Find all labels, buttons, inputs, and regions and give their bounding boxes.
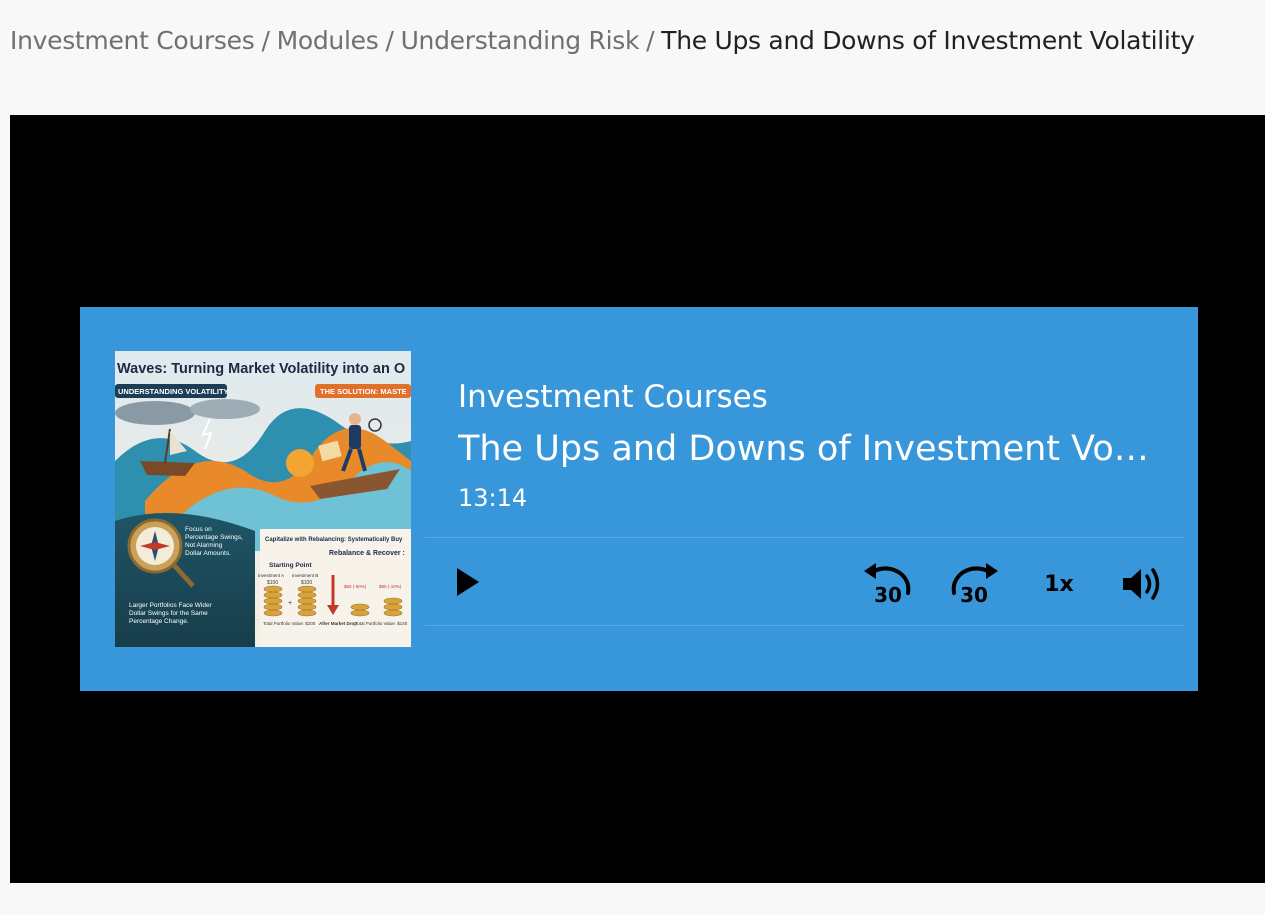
cover-inv-b-label: Investment B (292, 573, 318, 578)
breadcrumb-separator: / (646, 26, 655, 55)
cover-focus-line-1: Focus on (185, 526, 212, 533)
cover-focus-line-2: Percentage Swings, (185, 534, 243, 541)
cover-rebalance-heading: Capitalize with Rebalancing: Systematica… (265, 537, 403, 543)
cover-inv-a-label: Investment A (258, 573, 284, 578)
divider (425, 537, 1185, 538)
breadcrumb-separator: / (385, 26, 394, 55)
cover-tag-right: THE SOLUTION: MASTE (320, 387, 407, 396)
cover-focus-line-4: Dollar Amounts. (185, 550, 231, 557)
cover-larger-line-2: Dollar Swings for the Same (129, 610, 208, 617)
cover-art: Waves: Turning Market Volatility into an… (115, 351, 411, 647)
cover-drop-b: $90 (-10%) (379, 584, 402, 589)
media-stage: Waves: Turning Market Volatility into an… (10, 115, 1265, 883)
cover-larger-line-3: Percentage Change. (129, 618, 189, 625)
cover-larger-line-1: Larger Portfolios Face Wider (129, 602, 213, 609)
rewind-30-button[interactable]: 30 (860, 561, 916, 607)
rewind-seconds: 30 (874, 583, 902, 607)
forward-30-button[interactable]: 30 (946, 561, 1002, 607)
cover-focus-line-3: Not Alarming (185, 542, 223, 549)
play-button[interactable] (450, 564, 486, 600)
breadcrumb: Investment Courses / Modules / Understanding… (10, 26, 1195, 55)
cover-total-after: Total Portfolio Value: $140 (355, 621, 408, 626)
playback-speed-button[interactable]: 1x (1038, 567, 1080, 601)
svg-text:+: + (288, 600, 292, 607)
play-icon (457, 568, 479, 596)
cover-total-start: Total Portfolio Value: $200 (263, 621, 316, 626)
cover-inv-a-val: $100 (267, 580, 278, 586)
cover-rebalance-sub: Rebalance & Recover : (329, 550, 405, 557)
breadcrumb-link-understanding-risk[interactable]: Understanding Risk (401, 26, 640, 55)
cover-tag-left: UNDERSTANDING VOLATILITY (118, 387, 229, 396)
divider (425, 625, 1185, 626)
forward-seconds: 30 (960, 583, 988, 607)
series-name: Investment Courses (458, 379, 768, 415)
episode-title: The Ups and Downs of Investment Volatili… (458, 429, 1158, 469)
cover-starting-point: Starting Point (269, 562, 312, 569)
volume-icon (1123, 568, 1160, 600)
cover-after-drop: After Market Drop (319, 621, 357, 626)
breadcrumb-separator: / (261, 26, 270, 55)
breadcrumb-link-courses[interactable]: Investment Courses (10, 26, 255, 55)
cover-inv-b-val: $100 (301, 580, 312, 586)
breadcrumb-current: The Ups and Downs of Investment Volatili… (661, 26, 1195, 55)
cover-headline: Waves: Turning Market Volatility into an… (117, 361, 405, 377)
cover-drop-a: $50 (-50%) (344, 584, 367, 589)
duration: 13:14 (458, 484, 528, 512)
volume-button[interactable] (1120, 563, 1164, 605)
breadcrumb-link-modules[interactable]: Modules (277, 26, 379, 55)
audio-player: Waves: Turning Market Volatility into an… (80, 307, 1198, 691)
